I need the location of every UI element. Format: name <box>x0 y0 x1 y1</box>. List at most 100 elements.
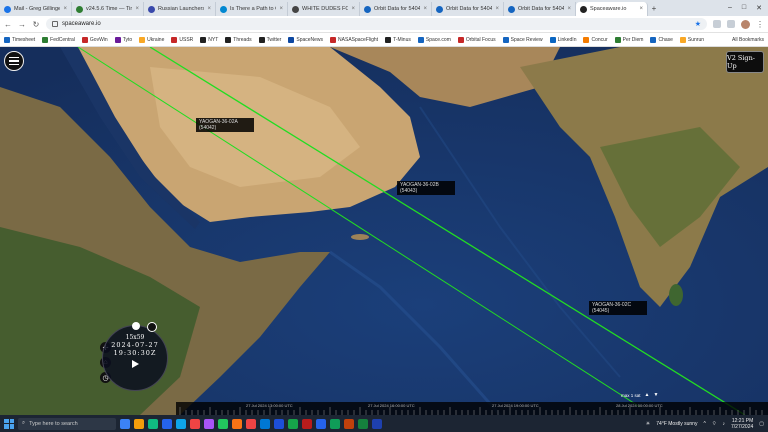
browser-tab[interactable]: Orbit Data for 54045 × <box>360 2 432 16</box>
taskbar-app-icon[interactable] <box>274 418 284 429</box>
simulation-clock[interactable]: 15x59 2024-07-27 19:30:30Z <box>102 322 168 391</box>
bookmark-item[interactable]: Threads <box>225 36 252 43</box>
browser-tab[interactable]: Orbit Data for 54042 × <box>432 2 504 16</box>
bookmark-favicon-icon <box>385 36 392 43</box>
maximize-icon[interactable]: □ <box>742 4 746 12</box>
close-window-icon[interactable]: ✕ <box>756 4 762 12</box>
tab-close-icon[interactable]: × <box>351 6 355 12</box>
browser-tab[interactable]: Orbit Data for 54043 × <box>504 2 576 16</box>
bookmark-item[interactable]: Space.com <box>417 36 451 43</box>
taskbar-app-icon[interactable] <box>372 418 382 429</box>
zoom-down-icon[interactable]: ▼ <box>653 392 658 398</box>
bookmark-item[interactable]: Timesheet <box>4 36 35 43</box>
taskbar-app-icon[interactable] <box>302 418 312 429</box>
browser-tab[interactable]: WHITE DUDES FOR H× <box>288 2 360 16</box>
play-button[interactable] <box>131 360 139 368</box>
tray-chevron-icon[interactable]: ^ <box>703 421 705 427</box>
bookmark-item[interactable]: USSR <box>171 36 193 43</box>
weather-text[interactable]: 74°F Mostly sunny <box>656 421 697 427</box>
taskbar-app-icon[interactable] <box>288 418 298 429</box>
taskbar-app-icon[interactable] <box>260 418 270 429</box>
taskbar-app-icon[interactable] <box>232 418 242 429</box>
bookmark-item[interactable]: Ukraine <box>139 36 164 43</box>
taskbar-app-icon[interactable] <box>344 418 354 429</box>
weather-icon[interactable]: ☀ <box>646 421 650 427</box>
main-menu-button[interactable] <box>4 51 24 71</box>
tab-close-icon[interactable]: × <box>207 6 211 12</box>
tab-close-icon[interactable]: × <box>495 6 499 12</box>
time-slider-handle[interactable] <box>132 322 140 330</box>
forward-icon[interactable]: → <box>18 20 26 29</box>
speed-dial-handle[interactable] <box>147 322 157 332</box>
satellite-label[interactable]: YAOGAN-36-02B (54043) <box>397 181 455 195</box>
url-field[interactable]: spaceaware.io ★ <box>46 18 707 30</box>
notifications-icon[interactable]: ▢ <box>759 421 764 427</box>
taskbar-app-icon[interactable] <box>120 418 130 429</box>
bookmark-item[interactable]: GovWin <box>81 36 108 43</box>
bookmark-item[interactable]: Twitter <box>258 36 281 43</box>
satellite-label[interactable]: YAOGAN-36-02A (54042) <box>196 118 254 132</box>
browser-tab[interactable]: Mail - Greg Gillinger × <box>0 2 72 16</box>
zoom-up-icon[interactable]: ▲ <box>645 392 650 398</box>
taskbar-app-icon[interactable] <box>218 418 228 429</box>
reload-icon[interactable]: ↻ <box>32 20 40 29</box>
tab-close-icon[interactable]: × <box>63 6 67 12</box>
bookmark-item[interactable]: Sunrun <box>679 36 704 43</box>
taskbar-clock[interactable]: 12:21 PM 7/27/2024 <box>731 418 753 430</box>
satellite-label[interactable]: YAOGAN-36-02C (54045) <box>589 301 647 315</box>
taskbar-app-icon[interactable] <box>190 418 200 429</box>
tab-close-icon[interactable]: × <box>567 6 571 12</box>
back-icon[interactable]: ← <box>4 20 12 29</box>
bookmark-item[interactable]: Chase <box>650 36 673 43</box>
bookmark-favicon-icon <box>288 36 295 43</box>
bookmark-item[interactable]: Per Diem <box>614 36 643 43</box>
tab-close-icon[interactable]: × <box>135 6 139 12</box>
browser-tab[interactable]: v24.5.6 Time — Time× <box>72 2 144 16</box>
bookmark-item[interactable]: NYT <box>200 36 218 43</box>
bookmark-item[interactable]: SpaceNews <box>288 36 323 43</box>
all-bookmarks-button[interactable]: All Bookmarks <box>732 37 764 43</box>
taskbar-app-icon[interactable] <box>330 418 340 429</box>
bookmark-item[interactable]: Orbital Focus <box>457 36 496 43</box>
browser-menu-icon[interactable]: ⋮ <box>756 20 764 29</box>
network-icon[interactable]: ⌔ <box>712 421 717 427</box>
bookmark-item[interactable]: Tyto <box>114 36 132 43</box>
browser-tab[interactable]: Spaceaware.io × <box>576 2 648 16</box>
bookmark-star-icon[interactable]: ★ <box>695 20 701 28</box>
tab-close-icon[interactable]: × <box>279 6 283 12</box>
minimize-icon[interactable]: – <box>728 4 732 12</box>
new-tab-button[interactable]: + <box>648 4 660 13</box>
bookmark-item[interactable]: Concur <box>583 36 608 43</box>
bookmark-favicon-icon <box>258 36 265 43</box>
taskbar-search[interactable]: ⌕ Type here to search <box>18 417 116 430</box>
volume-icon[interactable]: ♪ <box>723 421 726 427</box>
start-button[interactable] <box>4 418 14 429</box>
taskbar-app-icon[interactable] <box>358 418 368 429</box>
tab-close-icon[interactable]: × <box>423 6 427 12</box>
taskbar-app-icon[interactable] <box>204 418 214 429</box>
taskbar-app-icon[interactable] <box>246 418 256 429</box>
extensions-icon[interactable] <box>713 20 721 28</box>
tab-favicon-icon <box>580 5 587 13</box>
clock-time: 19:30:30Z <box>113 349 157 357</box>
site-info-icon[interactable] <box>52 21 58 27</box>
bookmark-item[interactable]: FedCentral <box>42 36 75 43</box>
bookmark-item[interactable]: LinkedIn <box>549 36 576 43</box>
bookmark-favicon-icon <box>225 36 232 43</box>
browser-tab[interactable]: Is There a Path to Co× <box>216 2 288 16</box>
v2-signup-button[interactable]: V2 Sign-Up <box>726 51 764 73</box>
tab-close-icon[interactable]: × <box>639 6 643 12</box>
browser-tab[interactable]: Russian Launchers × <box>144 2 216 16</box>
bookmark-item[interactable]: Space Review <box>502 36 543 43</box>
bookmark-item[interactable]: T-Minus <box>385 36 411 43</box>
timeline-bar[interactable]: 27 Jul 2024 13:00:00 UTC 27 Jul 2024 16:… <box>176 392 768 415</box>
sidebar-icon[interactable] <box>727 20 735 28</box>
taskbar-app-icon[interactable] <box>176 418 186 429</box>
taskbar-app-icon[interactable] <box>162 418 172 429</box>
bookmark-item[interactable]: NASASpaceFlight <box>330 36 378 43</box>
bookmark-favicon-icon <box>679 36 686 43</box>
taskbar-app-icon[interactable] <box>148 418 158 429</box>
taskbar-app-icon[interactable] <box>134 418 144 429</box>
taskbar-app-icon[interactable] <box>316 418 326 429</box>
profile-avatar[interactable] <box>741 19 750 29</box>
